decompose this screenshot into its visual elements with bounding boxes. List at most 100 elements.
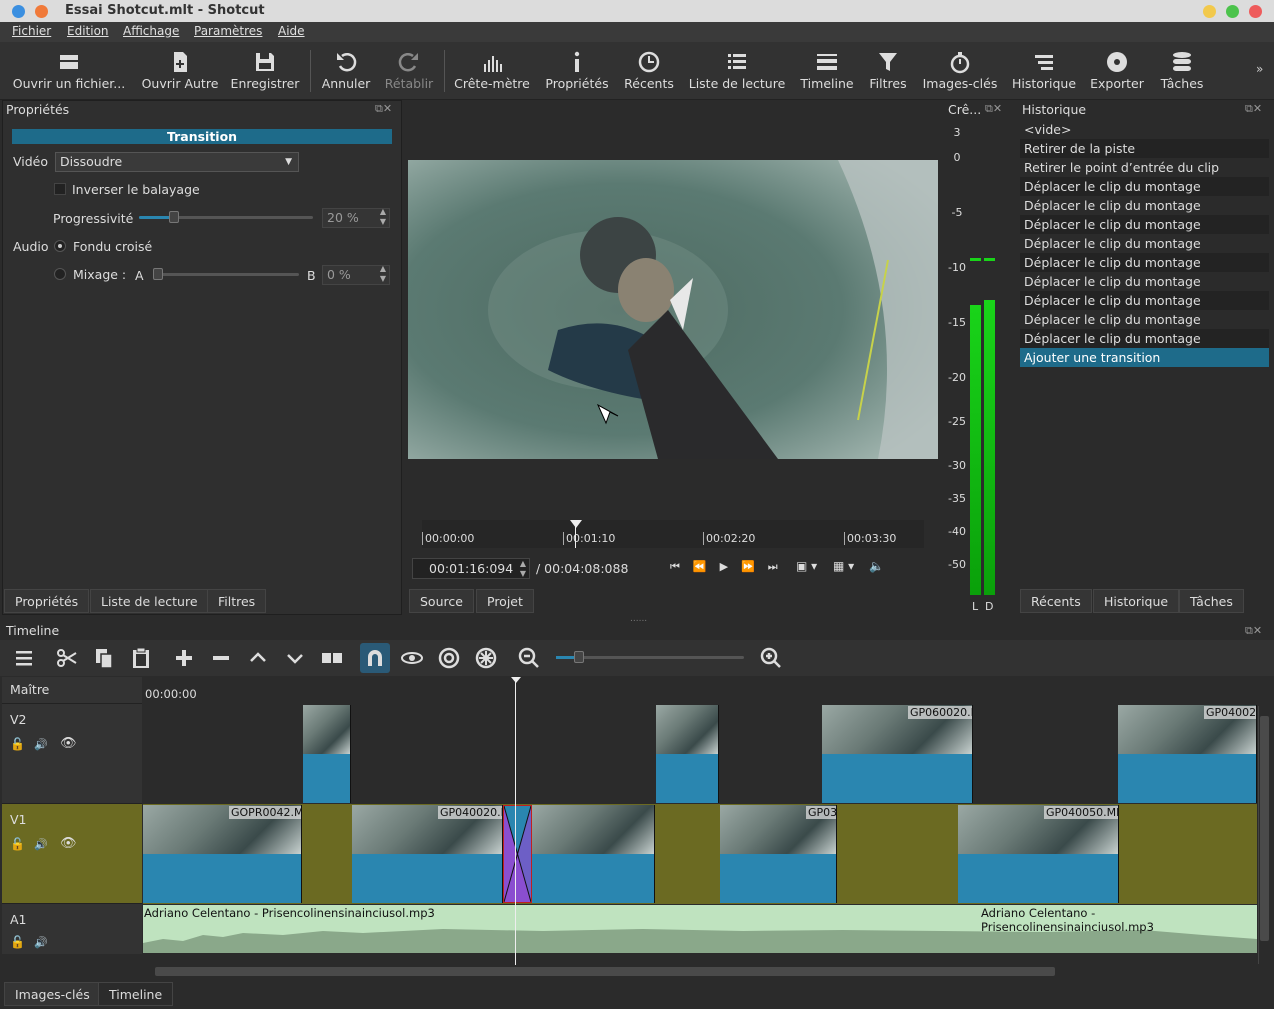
skip-start-icon[interactable]: ⏮ [670,560,693,573]
mute-icon[interactable]: 🔊 [34,838,48,851]
softness-slider-track[interactable] [139,216,313,219]
history-item[interactable]: Retirer le point d’entrée du clip [1020,158,1269,177]
peak-meter-button[interactable]: Crête-mètre [450,42,534,100]
timeline-zoom-slider[interactable] [556,656,744,659]
track-header-v2[interactable]: V2 🔓 🔊 👁 [2,704,142,804]
undo-button[interactable]: Annuler [318,42,374,100]
recent-button[interactable]: Récents [620,42,678,100]
mute-icon[interactable]: 🔊 [34,936,48,949]
close-button[interactable] [1249,5,1262,18]
tab-jobs[interactable]: Tâches [1179,589,1244,613]
clip[interactable] [656,705,719,803]
clip[interactable]: GP03 [720,805,837,903]
menu-help[interactable]: Aide [278,24,305,38]
skip-end-icon[interactable]: ⏭ [768,560,791,573]
history-item[interactable]: Ajouter une transition [1020,348,1269,367]
history-item[interactable]: Déplacer le clip du montage [1020,177,1269,196]
copy-icon[interactable] [92,646,116,670]
clip[interactable]: GP040020.I [352,805,503,903]
panel-float-close-icon[interactable]: ⧉✕ [1245,624,1262,638]
export-button[interactable]: Exporter [1086,42,1148,100]
horizontal-scrollbar[interactable] [143,965,1257,978]
crossfade-radio[interactable] [54,240,66,252]
mute-icon[interactable]: 🔊 [34,738,48,751]
redo-button[interactable]: Rétablir [380,42,438,100]
clip[interactable]: GOPR0042.M [143,805,302,903]
save-button[interactable]: Enregistrer [228,42,302,100]
zoom-in-icon[interactable] [759,646,783,670]
mix-slider-handle[interactable] [153,268,163,280]
tab-playlist[interactable]: Liste de lecture [90,589,209,613]
ripple-all-icon[interactable] [474,646,498,670]
tab-recent[interactable]: Récents [1020,589,1092,613]
plus-icon[interactable] [172,646,196,670]
menu-settings[interactable]: Paramètres [194,24,262,38]
lock-icon[interactable]: 🔓 [10,737,25,751]
playlist-button[interactable]: Liste de lecture [686,42,788,100]
open-file-button[interactable]: Ouvrir un fichier... [8,42,130,100]
horizontal-scrollbar-thumb[interactable] [155,967,1055,976]
track-header-v1[interactable]: V1 🔓 🔊 👁 [2,804,142,904]
scissors-icon[interactable] [55,646,79,670]
mix-radio[interactable] [54,268,66,280]
rewind-icon[interactable]: ⏪ [693,560,720,573]
ripple-icon[interactable] [437,646,461,670]
overwrite-down-icon[interactable] [283,646,307,670]
play-icon[interactable]: ▶ [720,560,741,573]
eye-icon[interactable]: 👁 [60,736,77,751]
history-item[interactable]: Déplacer le clip du montage [1020,215,1269,234]
history-item[interactable]: Déplacer le clip du montage [1020,272,1269,291]
maximize-button[interactable] [1226,5,1239,18]
clip[interactable]: GP04002 [1118,705,1257,803]
menu-view[interactable]: Affichage [123,24,179,38]
clip[interactable]: GP060020.I [822,705,973,803]
history-item[interactable]: Déplacer le clip du montage [1020,310,1269,329]
grid-toggle-icon[interactable]: ▦ ▾ [833,559,854,573]
tab-timeline[interactable]: Timeline [98,982,174,1006]
softness-slider-handle[interactable] [168,211,179,223]
spin-arrows-icon[interactable]: ▲ ▼ [380,207,386,227]
panel-float-close-icon[interactable]: ⧉✕ [985,102,1002,116]
transition-clip[interactable] [503,805,532,903]
audio-clip[interactable]: Adriano Celentano - Prisencolinensinainc… [143,905,1257,953]
zoom-slider-handle[interactable] [574,651,584,663]
position-timecode-input[interactable]: 00:01:16:094 ▲ ▼ [412,558,530,579]
hamburger-menu-icon[interactable] [12,646,36,670]
splitter-handle[interactable]: ...... [630,614,647,624]
clip[interactable]: GP040050.MI [958,805,1119,903]
clip[interactable] [532,805,655,903]
history-item[interactable]: Déplacer le clip du montage [1020,234,1269,253]
history-item[interactable]: Déplacer le clip du montage [1020,196,1269,215]
eye-icon[interactable]: 👁 [60,836,77,851]
history-item[interactable]: Déplacer le clip du montage [1020,329,1269,348]
lock-icon[interactable]: 🔓 [10,935,25,949]
invert-wipe-checkbox[interactable] [54,183,66,195]
video-preview[interactable] [408,160,938,459]
history-item[interactable]: Retirer de la piste [1020,139,1269,158]
keyframes-button[interactable]: Images-clés [918,42,1002,100]
panel-float-close-icon[interactable]: ⧉✕ [375,102,392,116]
split-icon[interactable] [320,646,344,670]
clip[interactable] [303,705,351,803]
vertical-scrollbar[interactable] [1258,706,1270,964]
history-item[interactable]: <vide> [1020,120,1269,139]
timeline-ruler[interactable]: 00:00:00 [143,677,1257,704]
history-item[interactable]: Déplacer le clip du montage [1020,253,1269,272]
minus-icon[interactable] [209,646,233,670]
zoom-out-icon[interactable] [517,646,541,670]
softness-spinbox[interactable]: 20 % ▲ ▼ [322,207,390,228]
fast-forward-icon[interactable]: ⏩ [741,560,768,573]
minimize-button[interactable] [1203,5,1216,18]
tab-history[interactable]: Historique [1093,589,1180,613]
master-track-header[interactable]: Maître [2,677,142,704]
timeline-button[interactable]: Timeline [796,42,858,100]
spin-arrows-icon[interactable]: ▲ ▼ [520,559,526,579]
filters-button[interactable]: Filtres [864,42,912,100]
mix-slider-track[interactable] [153,273,299,276]
spin-arrows-icon[interactable]: ▲ ▼ [380,264,386,284]
menu-edit[interactable]: Edition [67,24,109,38]
jobs-button[interactable]: Tâches [1154,42,1210,100]
history-item[interactable]: Déplacer le clip du montage [1020,291,1269,310]
mix-spinbox[interactable]: 0 % ▲ ▼ [322,264,390,285]
properties-button[interactable]: Propriétés [542,42,612,100]
